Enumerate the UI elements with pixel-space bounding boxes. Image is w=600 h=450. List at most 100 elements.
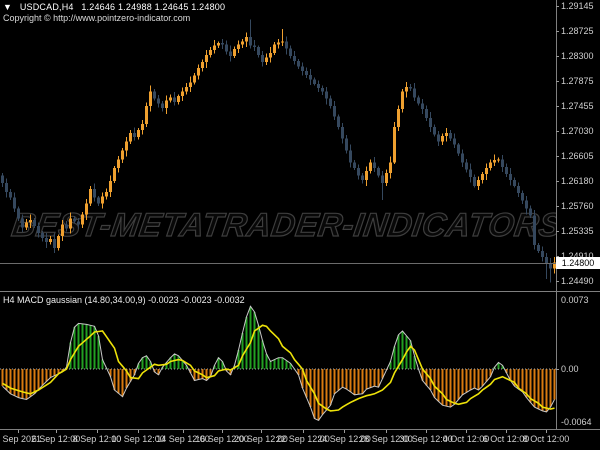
candle-body	[313, 79, 316, 84]
macd-histogram-bar	[329, 369, 332, 406]
candle-body	[317, 83, 320, 88]
price-axis-tick	[556, 6, 559, 8]
candle-body	[341, 126, 344, 139]
candle-body	[69, 218, 72, 229]
candle-body	[493, 159, 496, 163]
candle-body	[253, 45, 256, 48]
macd-histogram-bar	[45, 369, 48, 382]
macd-histogram-bar	[305, 369, 308, 398]
macd-histogram-bar	[53, 369, 56, 376]
candle-body	[45, 237, 48, 243]
candle-body	[49, 239, 52, 243]
macd-histogram-bar	[253, 312, 256, 370]
price-axis-label: 1.26180	[561, 176, 594, 187]
candle-body	[81, 214, 84, 225]
macd-histogram-bar	[477, 369, 480, 391]
candle-body	[133, 132, 136, 137]
macd-histogram-bar	[261, 340, 264, 370]
macd-histogram-bar	[37, 369, 40, 390]
candle-body	[37, 226, 40, 234]
indicator-panel[interactable]	[0, 293, 556, 429]
macd-histogram-bar	[469, 369, 472, 391]
macd-histogram-bar	[177, 355, 180, 370]
candle-body	[377, 168, 380, 176]
candle-body	[205, 54, 208, 62]
macd-histogram-bar	[521, 369, 524, 392]
price-axis-tick	[556, 156, 559, 158]
macd-histogram-bar	[197, 369, 200, 380]
candle-body	[161, 103, 164, 109]
candle-body	[321, 87, 324, 92]
macd-histogram-bar	[21, 369, 24, 399]
macd-histogram-bar	[345, 369, 348, 390]
candle-body	[5, 182, 8, 192]
candle-body	[477, 180, 480, 186]
macd-histogram-bar	[337, 369, 340, 391]
candle-body	[165, 100, 168, 109]
candle-body	[65, 224, 68, 229]
candle-body	[141, 123, 144, 130]
time-axis[interactable]: 2 Sep 20216 Sep 12:008 Sep 12:0010 Sep 1…	[0, 430, 600, 450]
macd-histogram-bar	[81, 323, 84, 370]
candle-body	[289, 48, 292, 57]
candle-body	[397, 109, 400, 127]
candle-body	[193, 75, 196, 83]
macd-histogram-bar	[325, 369, 328, 410]
candle-body	[97, 197, 100, 204]
candle-body	[405, 86, 408, 92]
candle-body	[249, 37, 252, 46]
candle-body	[473, 177, 476, 186]
candle-body	[85, 203, 88, 215]
candle-body	[457, 144, 460, 154]
macd-histogram-bar	[465, 369, 468, 393]
price-axis-tick	[556, 81, 559, 83]
candle-body	[541, 250, 544, 257]
candle-body	[309, 74, 312, 80]
candle-body	[197, 67, 200, 76]
candle-body	[225, 44, 228, 52]
price-axis-label: 1.25760	[561, 201, 594, 211]
candle-body	[513, 180, 516, 186]
indicator-separator-top[interactable]	[0, 291, 600, 292]
macd-histogram-bar	[121, 369, 124, 397]
candle-body	[169, 97, 172, 101]
candle-body	[393, 126, 396, 163]
price-axis-label: 1.29145	[561, 1, 594, 12]
candle-body	[425, 109, 428, 119]
candle-body	[217, 43, 220, 46]
candle-body	[409, 86, 412, 89]
macd-histogram-bar	[273, 359, 276, 370]
current-price-line	[0, 263, 556, 264]
candle-body	[361, 175, 364, 181]
candle-body	[1, 175, 4, 183]
price-axis-tick	[556, 56, 559, 58]
candle-body	[73, 218, 76, 222]
price-axis-tick	[556, 280, 559, 282]
price-axis-tick	[556, 105, 559, 107]
candle-body	[117, 159, 120, 169]
macd-histogram-bar	[545, 369, 548, 412]
price-axis-label: 1.27455	[561, 100, 594, 111]
price-axis-tick	[556, 206, 559, 207]
macd-histogram-bar	[245, 316, 248, 370]
macd-histogram-bar	[553, 369, 556, 400]
candle-body	[485, 168, 488, 175]
candle-body	[153, 91, 156, 99]
price-chart-area[interactable]: BEST-METATRADER-INDICATORS.COM	[0, 0, 556, 291]
macd-histogram-bar	[257, 325, 260, 370]
time-axis-tick	[386, 430, 387, 433]
candle-body	[189, 82, 192, 87]
macd-histogram-bar	[541, 369, 544, 411]
macd-histogram-bar	[333, 369, 336, 394]
candle-body	[297, 60, 300, 67]
macd-histogram-bar	[281, 357, 284, 370]
macd-histogram-bar	[117, 369, 120, 394]
macd-histogram-bar	[473, 369, 476, 389]
candle-body	[549, 263, 552, 269]
candle-body	[401, 91, 404, 110]
macd-histogram-bar	[241, 332, 244, 370]
candle-body	[433, 126, 436, 135]
candle-body	[413, 88, 416, 98]
candle-body	[229, 51, 232, 57]
price-axis-tick	[556, 231, 559, 233]
